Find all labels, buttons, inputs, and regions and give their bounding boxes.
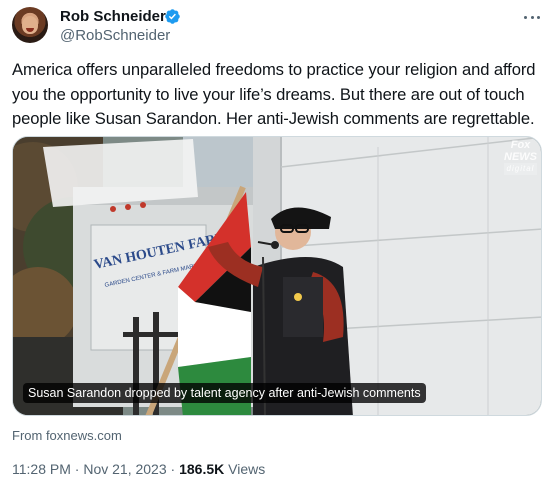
media-caption[interactable]: Susan Sarandon dropped by talent agency … bbox=[23, 383, 426, 403]
media-card[interactable]: VAN HOUTEN FARMS GARDEN CENTER & FARM MA… bbox=[12, 136, 542, 416]
fox-news-watermark: Fox NEWS digital bbox=[504, 139, 537, 175]
tweet-time[interactable]: 11:28 PM bbox=[12, 461, 71, 477]
tweet-date[interactable]: Nov 21, 2023 bbox=[83, 461, 166, 477]
meta-separator-2: · bbox=[170, 461, 176, 477]
views-count: 186.5K bbox=[179, 461, 225, 477]
meta-separator: · bbox=[74, 461, 80, 477]
verified-badge-icon bbox=[165, 9, 180, 24]
media-image: VAN HOUTEN FARMS GARDEN CENTER & FARM MA… bbox=[13, 137, 541, 415]
tweet-meta: 11:28 PM · Nov 21, 2023 · 186.5K Views bbox=[12, 461, 265, 477]
author-handle[interactable]: @RobSchneider bbox=[60, 27, 170, 45]
link-source[interactable]: From foxnews.com bbox=[12, 428, 122, 443]
more-options-icon[interactable] bbox=[521, 9, 543, 25]
tweet-text: America offers unparalleled freedoms to … bbox=[12, 60, 536, 128]
views-label: Views bbox=[228, 461, 266, 477]
avatar[interactable] bbox=[12, 7, 48, 43]
author-name[interactable]: Rob Schneider bbox=[60, 8, 166, 26]
tweet: Rob Schneider @RobSchneider America offe… bbox=[0, 0, 557, 480]
